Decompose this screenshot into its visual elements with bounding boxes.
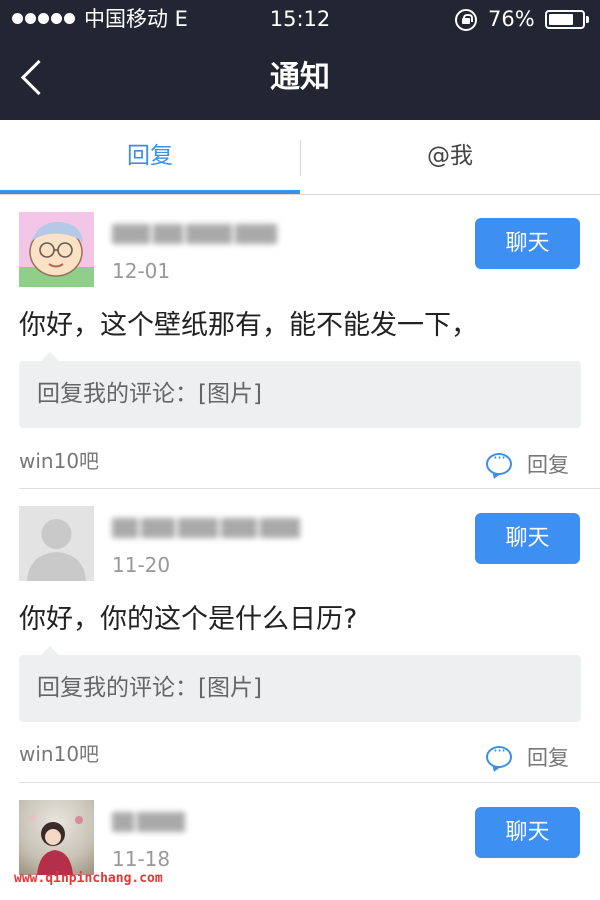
reply-message[interactable]: 你好，这个壁纸那有，能不能发一下，: [19, 309, 478, 343]
notification-item: 11-20 聊天 你好，你的这个是什么日历? 回复我的评论：[图片] win10…: [0, 489, 600, 783]
quoted-comment[interactable]: 回复我的评论：[图片]: [19, 646, 581, 722]
watermark-text: www.qinpinchang.com: [14, 871, 163, 886]
tab-replies[interactable]: 回复: [0, 120, 300, 195]
username-blurred: [112, 224, 280, 246]
battery-icon: [545, 10, 589, 29]
comment-bubble-icon: [486, 448, 512, 475]
notification-date: 11-20: [112, 553, 171, 577]
reply-message[interactable]: 你好，你的这个是什么日历?: [19, 603, 357, 637]
forum-name[interactable]: win10吧: [19, 741, 99, 767]
quoted-comment[interactable]: 回复我的评论：[图片]: [19, 352, 581, 428]
notification-date: 11-18: [112, 847, 171, 871]
notification-item: 12-01 聊天 你好，这个壁纸那有，能不能发一下， 回复我的评论：[图片] w…: [0, 195, 600, 489]
rotation-lock-icon: [455, 9, 477, 31]
status-bar: 中国移动 E 15:12 76%: [0, 0, 600, 38]
notification-date: 12-01: [112, 259, 171, 283]
page-title: 通知: [270, 60, 330, 95]
tab-bar: 回复 @我: [0, 120, 600, 195]
avatar[interactable]: [19, 506, 94, 581]
username-blurred: [112, 518, 303, 540]
battery-percent: 76%: [488, 7, 535, 31]
username-blurred: [112, 812, 188, 834]
reply-button-label: 回复: [527, 746, 569, 770]
chat-button[interactable]: 聊天: [475, 513, 580, 564]
tab-mentions[interactable]: @我: [300, 120, 600, 195]
reply-button-label: 回复: [527, 453, 569, 477]
chat-button[interactable]: 聊天: [475, 218, 580, 269]
forum-name[interactable]: win10吧: [19, 448, 99, 474]
avatar[interactable]: [19, 800, 94, 875]
battery-fill: [549, 14, 574, 25]
active-tab-indicator: [0, 190, 300, 194]
comment-bubble-icon: [486, 741, 512, 768]
chat-button[interactable]: 聊天: [475, 807, 580, 858]
avatar[interactable]: [19, 212, 94, 287]
top-bar: 中国移动 E 15:12 76% 通知: [0, 0, 600, 120]
